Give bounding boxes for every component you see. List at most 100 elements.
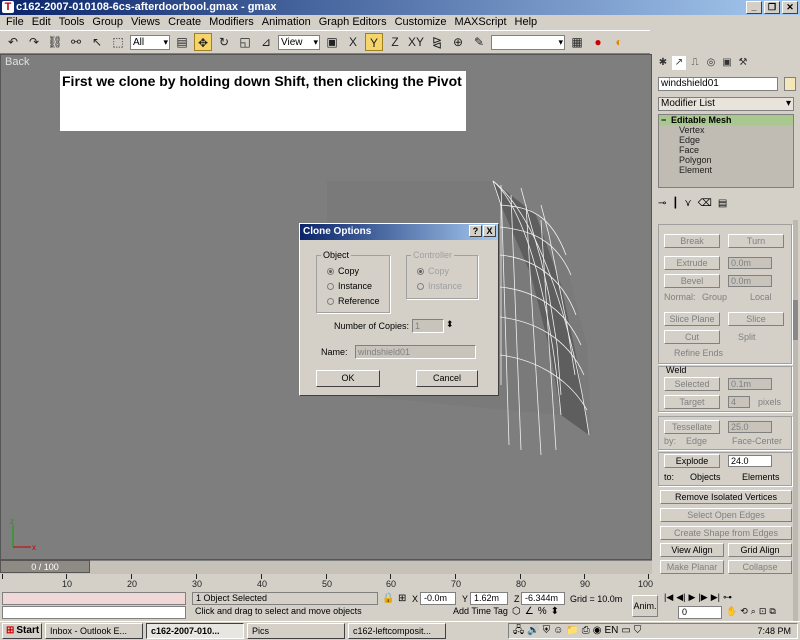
x-constraint-icon[interactable]: X: [344, 33, 362, 51]
maximize-viewport-icon[interactable]: ⧉: [769, 606, 775, 617]
task-pics[interactable]: Pics: [247, 623, 345, 639]
camera-icon[interactable]: ◉: [593, 624, 602, 638]
align-icon[interactable]: ⊕: [449, 33, 467, 51]
undo-icon[interactable]: ↶: [4, 33, 22, 51]
restore-button[interactable]: ❐: [764, 1, 780, 14]
radio-copy[interactable]: Copy: [327, 266, 359, 276]
task-outlook[interactable]: Inbox - Outlook E...: [45, 623, 143, 639]
menu-maxscript[interactable]: MAXScript: [451, 15, 511, 30]
percent-snap-icon[interactable]: %: [538, 606, 547, 617]
link-icon[interactable]: ⛓: [46, 33, 64, 51]
menu-edit[interactable]: Edit: [28, 15, 55, 30]
anim-button[interactable]: Anim.: [632, 595, 658, 617]
menu-group[interactable]: Group: [88, 15, 127, 30]
monitor-icon[interactable]: ▭: [621, 624, 630, 638]
messenger-icon[interactable]: ☺: [553, 624, 563, 638]
snap-icon[interactable]: ✎: [470, 33, 488, 51]
time-slider[interactable]: 0 / 100: [0, 560, 90, 573]
cancel-button[interactable]: Cancel: [416, 370, 478, 387]
modifier-list-dropdown[interactable]: Modifier List: [658, 97, 794, 111]
clock[interactable]: 7:48 PM: [757, 624, 791, 638]
go-to-start-icon[interactable]: |◀: [664, 592, 673, 603]
network-icon[interactable]: 🖧: [513, 624, 524, 638]
remove-isolated-vertices-button[interactable]: Remove Isolated Vertices: [660, 490, 792, 504]
view-align-button[interactable]: View Align: [660, 543, 724, 557]
task-gmax[interactable]: c162-2007-010...: [146, 623, 244, 639]
key-mode-icon[interactable]: ⊶: [723, 592, 732, 603]
copies-spinner-arrows-icon[interactable]: ⬍: [446, 319, 454, 330]
move-icon[interactable]: ✥: [194, 33, 212, 51]
go-to-end-icon[interactable]: ▶|: [711, 592, 720, 603]
zoom-extents-icon[interactable]: ⊡: [759, 606, 767, 617]
grid-align-button[interactable]: Grid Align: [728, 543, 792, 557]
task-composite[interactable]: c162-leftcomposit...: [348, 623, 446, 639]
named-selection-dropdown[interactable]: [491, 34, 565, 50]
lock-selection-icon[interactable]: 🔒: [382, 593, 394, 604]
start-button[interactable]: ⊞ Start: [2, 623, 42, 639]
panel-scrollbar[interactable]: [793, 220, 798, 630]
menu-tools[interactable]: Tools: [55, 15, 89, 30]
stack-polygon[interactable]: Polygon: [659, 155, 793, 165]
angle-snap-icon[interactable]: ∠: [525, 606, 534, 617]
display-tab-icon[interactable]: ▣: [720, 56, 734, 70]
explode-button[interactable]: Explode: [664, 454, 720, 468]
z-coordinate-field[interactable]: -6.344m: [521, 592, 565, 605]
stack-face[interactable]: Face: [659, 145, 793, 155]
menu-file[interactable]: File: [2, 15, 28, 30]
schematic-icon[interactable]: ▦: [568, 33, 586, 51]
stack-editable-mesh[interactable]: Editable Mesh: [659, 115, 793, 125]
close-button[interactable]: ✕: [782, 1, 798, 14]
ok-button[interactable]: OK: [316, 370, 380, 387]
select-by-name-icon[interactable]: ▤: [173, 33, 191, 51]
render-icon[interactable]: ●: [589, 33, 607, 51]
pan-icon[interactable]: ✋: [726, 606, 737, 617]
redo-icon[interactable]: ↷: [25, 33, 43, 51]
language-icon[interactable]: EN: [605, 624, 619, 638]
hierarchy-tab-icon[interactable]: ⎍: [688, 56, 702, 70]
menu-views[interactable]: Views: [127, 15, 164, 30]
track-bar[interactable]: 10 20 30 40 50 60 70 80 90 100: [0, 574, 653, 591]
menu-create[interactable]: Create: [164, 15, 205, 30]
current-frame-field[interactable]: 0: [678, 606, 722, 619]
stack-edge[interactable]: Edge: [659, 135, 793, 145]
region-select-icon[interactable]: ⬚: [109, 33, 127, 51]
reference-coord-dropdown[interactable]: View: [278, 34, 320, 50]
y-constraint-icon[interactable]: Y: [365, 33, 383, 51]
modify-tab-icon[interactable]: ↗: [672, 56, 686, 70]
stack-element[interactable]: Element: [659, 165, 793, 175]
absolute-mode-icon[interactable]: ⊞: [398, 593, 406, 604]
make-unique-icon[interactable]: ⋎: [684, 198, 691, 209]
explode-spinner[interactable]: 24.0: [728, 455, 772, 467]
x-coordinate-field[interactable]: -0.0m: [420, 592, 456, 605]
prev-frame-icon[interactable]: ◀|: [676, 592, 685, 603]
dialog-help-button[interactable]: ?: [469, 225, 482, 237]
selection-filter-dropdown[interactable]: All: [130, 34, 170, 50]
rotate-icon[interactable]: ↻: [215, 33, 233, 51]
pin-stack-icon[interactable]: ⊸: [658, 198, 666, 209]
title-bar[interactable]: T c162-2007-010108-6cs-afterdoorbool.gma…: [0, 0, 800, 15]
antivirus-icon[interactable]: ⛨: [543, 624, 551, 638]
add-time-tag-button[interactable]: Add Time Tag: [450, 606, 510, 619]
menu-animation[interactable]: Animation: [258, 15, 315, 30]
remove-modifier-icon[interactable]: ⌫: [698, 198, 712, 209]
dialog-close-button[interactable]: X: [483, 225, 496, 237]
stack-vertex[interactable]: Vertex: [659, 125, 793, 135]
orbit-icon[interactable]: ⟲: [740, 606, 748, 617]
pivot-center-icon[interactable]: ▣: [323, 33, 341, 51]
next-frame-icon[interactable]: |▶: [698, 592, 707, 603]
menu-customize[interactable]: Customize: [391, 15, 451, 30]
minimize-button[interactable]: _: [746, 1, 762, 14]
scale-flyout-icon[interactable]: ⊿: [257, 33, 275, 51]
maxscript-listener-mini[interactable]: [2, 592, 186, 605]
maxscript-output-mini[interactable]: [2, 606, 186, 619]
printer-icon[interactable]: ⎙: [582, 624, 590, 638]
unlink-icon[interactable]: ⚯: [67, 33, 85, 51]
play-icon[interactable]: ▶: [689, 592, 696, 603]
snap-toggle-icon[interactable]: ⬡: [512, 606, 521, 617]
scale-icon[interactable]: ◱: [236, 33, 254, 51]
motion-tab-icon[interactable]: ◎: [704, 56, 718, 70]
spinner-snap-icon[interactable]: ⬍: [551, 606, 559, 617]
z-constraint-icon[interactable]: Z: [386, 33, 404, 51]
xy-constraint-icon[interactable]: XY: [407, 33, 425, 51]
menu-graph-editors[interactable]: Graph Editors: [315, 15, 391, 30]
